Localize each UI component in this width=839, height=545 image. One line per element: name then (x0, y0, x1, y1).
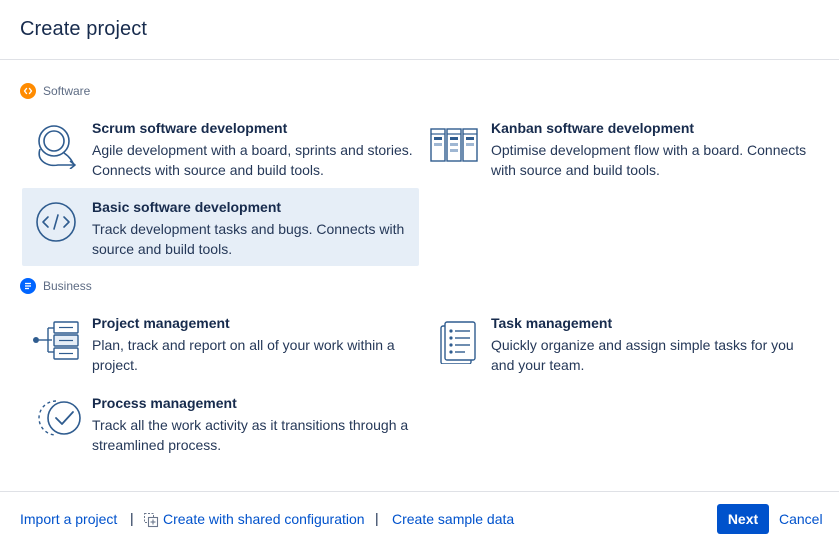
template-description: Quickly organize and assign simple tasks… (491, 337, 794, 373)
process-check-icon (30, 396, 86, 444)
template-name: Scrum software development (92, 120, 288, 136)
template-name: Kanban software development (491, 120, 695, 136)
template-description: Track development tasks and bugs. Connec… (92, 221, 405, 257)
template-description: Optimise development flow with a board. … (491, 142, 807, 178)
template-kanban[interactable]: Kanban software development Optimise dev… (421, 109, 818, 187)
template-name: Task management (491, 315, 613, 331)
section-software: Software (20, 82, 90, 100)
template-basic-selected[interactable]: Basic software development Track develop… (22, 188, 419, 266)
scrum-cycle-icon (30, 121, 86, 170)
cancel-link[interactable]: Cancel (779, 511, 823, 527)
shared-configuration-link[interactable]: Create with shared configuration (163, 511, 365, 527)
section-label-business: Business (43, 279, 92, 293)
template-description: Plan, track and report on all of your wo… (92, 337, 395, 373)
import-project-link[interactable]: Import a project (20, 511, 117, 527)
list-badge-icon (20, 278, 36, 294)
dialog-title: Create project (20, 18, 148, 40)
code-badge-icon (20, 83, 36, 99)
template-name: Project management (92, 315, 230, 331)
section-label-software: Software (43, 84, 91, 98)
sample-data-link[interactable]: Create sample data (392, 511, 514, 527)
template-task-management[interactable]: Task management Quickly organize and ass… (421, 304, 818, 382)
template-description: Track all the work activity as it transi… (92, 417, 409, 453)
project-tree-icon (30, 316, 86, 364)
template-description: Agile development with a board, sprints … (92, 142, 413, 178)
section-business: Business (20, 277, 92, 295)
code-circle-icon (30, 200, 86, 248)
template-project-management[interactable]: Project management Plan, track and repor… (22, 304, 419, 382)
footer-separator: | (375, 510, 379, 526)
template-process-management[interactable]: Process management Track all the work ac… (22, 384, 419, 462)
task-list-icon (429, 316, 485, 365)
dialog-header: Create project (0, 0, 839, 60)
create-project-dialog: Create project Software Scrum software d… (0, 0, 839, 545)
kanban-board-icon (429, 121, 485, 169)
template-name: Basic software development (92, 199, 282, 215)
shared-config-icon (143, 512, 159, 528)
template-scrum[interactable]: Scrum software development Agile develop… (22, 109, 419, 187)
dialog-footer: Import a project | Create with shared co… (0, 491, 839, 545)
template-name: Process management (92, 395, 237, 411)
next-button[interactable]: Next (717, 504, 769, 534)
footer-separator: | (130, 510, 134, 526)
